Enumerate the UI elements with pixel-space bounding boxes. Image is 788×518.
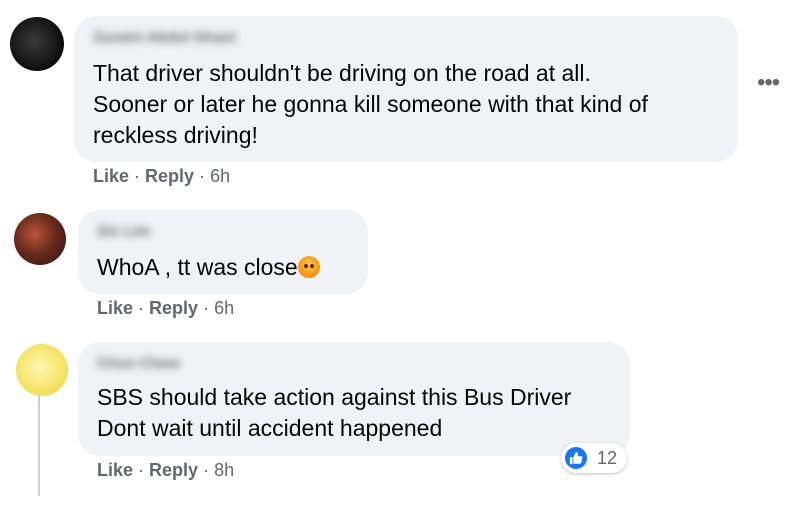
reply-button[interactable]: Reply	[149, 298, 198, 318]
thumbs-up-icon	[565, 447, 587, 469]
reply-button[interactable]: Reply	[149, 460, 198, 480]
thread-line	[38, 392, 40, 496]
separator: ·	[138, 298, 145, 318]
separator: ·	[203, 460, 210, 480]
comment-author[interactable]: Zuraini Abdul Ghani	[93, 29, 236, 46]
avatar[interactable]	[16, 344, 68, 396]
comment-actions: Like · Reply · 6h	[93, 166, 230, 187]
comment-text-line: Sooner or later he gonna kill someone wi…	[93, 91, 648, 117]
comment-timestamp[interactable]: 8h	[214, 460, 234, 480]
comment-author[interactable]: Chun Chew	[97, 355, 180, 372]
separator: ·	[203, 298, 210, 318]
avatar[interactable]	[10, 17, 64, 71]
comment-text-line: reckless driving!	[93, 122, 258, 148]
avatar[interactable]	[14, 213, 66, 265]
separator: ·	[138, 460, 145, 480]
comment-text: WhoA , tt was close	[97, 254, 298, 280]
separator: ·	[134, 166, 141, 186]
comment-actions: Like · Reply · 6h	[97, 298, 234, 319]
like-button[interactable]: Like	[97, 298, 133, 318]
like-button[interactable]: Like	[93, 166, 129, 186]
comment-actions: Like · Reply · 8h	[97, 460, 234, 481]
like-button[interactable]: Like	[97, 460, 133, 480]
reply-button[interactable]: Reply	[145, 166, 194, 186]
comment-timestamp[interactable]: 6h	[214, 298, 234, 318]
comment-timestamp[interactable]: 6h	[210, 166, 230, 186]
comment-author[interactable]: Siv Lim	[97, 223, 150, 240]
comment-text-line: Dont wait until accident happened	[97, 415, 443, 441]
comment-text-line: SBS should take action against this Bus …	[97, 384, 572, 410]
angry-face-emoji	[297, 256, 320, 278]
separator: ·	[199, 166, 206, 186]
more-options-icon[interactable]: •••	[757, 71, 780, 95]
comment-text-line: That driver shouldn't be driving on the …	[93, 60, 591, 86]
reaction-count: 12	[597, 447, 618, 468]
reaction-summary[interactable]: 12	[561, 443, 627, 473]
comment-text-line: WhoA , tt was close	[97, 252, 320, 283]
